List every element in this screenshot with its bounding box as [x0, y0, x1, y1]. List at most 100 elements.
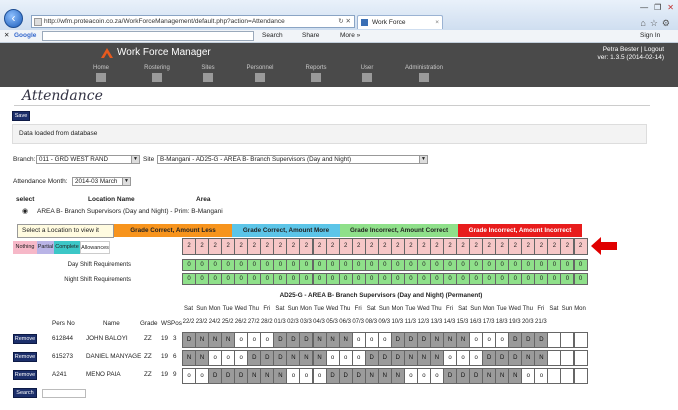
toolbar-close-icon[interactable]: ✕ — [4, 30, 9, 42]
allowance-cell[interactable]: 2 — [482, 238, 497, 255]
allowance-cell[interactable]: 2 — [495, 238, 510, 255]
shift-cell[interactable]: N — [508, 368, 523, 384]
day-req-cell[interactable]: 0 — [260, 259, 275, 271]
night-req-cell[interactable]: 0 — [273, 273, 288, 285]
allowance-cell[interactable]: 2 — [208, 238, 223, 255]
shift-cell[interactable]: o — [534, 368, 549, 384]
tab-work-force-management[interactable]: Work Force Management × — [357, 15, 443, 39]
shift-cell[interactable]: N — [195, 350, 210, 366]
shift-cell[interactable]: o — [469, 332, 484, 348]
night-req-cell[interactable]: 0 — [286, 273, 301, 285]
remove-button[interactable]: Remove — [13, 352, 37, 362]
shift-cell[interactable]: o — [338, 350, 353, 366]
day-req-cell[interactable]: 0 — [429, 259, 444, 271]
allowance-cell[interactable]: 2 — [377, 238, 392, 255]
shift-cell[interactable]: N — [273, 368, 288, 384]
shift-cell[interactable]: o — [456, 350, 471, 366]
shift-cell[interactable]: o — [416, 368, 431, 384]
allowance-cell[interactable]: 2 — [273, 238, 288, 255]
night-req-cell[interactable]: 0 — [208, 273, 223, 285]
shift-cell[interactable]: o — [403, 368, 418, 384]
allowance-cell[interactable]: 2 — [234, 238, 249, 255]
allowance-cell[interactable]: 2 — [416, 238, 431, 255]
browser-tools-icons[interactable]: ⌂☆⚙ — [640, 18, 674, 29]
shift-cell[interactable]: o — [208, 350, 223, 366]
tab-close-icon[interactable]: × — [435, 16, 439, 29]
shift-cell[interactable]: N — [208, 332, 223, 348]
allowance-cell[interactable]: 2 — [469, 238, 484, 255]
shift-cell[interactable] — [547, 350, 562, 366]
shift-cell[interactable]: N — [312, 332, 327, 348]
shift-cell[interactable]: N — [443, 332, 458, 348]
shift-cell[interactable]: o — [195, 368, 210, 384]
day-req-cell[interactable]: 0 — [390, 259, 405, 271]
night-req-cell[interactable]: 0 — [312, 273, 327, 285]
shift-cell[interactable]: o — [299, 368, 314, 384]
day-req-cell[interactable]: 0 — [221, 259, 236, 271]
shift-cell[interactable]: N — [429, 332, 444, 348]
night-req-cell[interactable]: 0 — [482, 273, 497, 285]
search-input[interactable] — [42, 389, 86, 398]
allowance-cell[interactable]: 2 — [573, 238, 588, 255]
day-req-cell[interactable]: 0 — [286, 259, 301, 271]
day-req-cell[interactable]: 0 — [469, 259, 484, 271]
day-req-cell[interactable]: 0 — [377, 259, 392, 271]
remove-button[interactable]: Remove — [13, 334, 37, 344]
night-req-cell[interactable]: 0 — [547, 273, 562, 285]
night-req-cell[interactable]: 0 — [443, 273, 458, 285]
day-req-cell[interactable]: 0 — [508, 259, 523, 271]
allowance-cell[interactable]: 2 — [560, 238, 575, 255]
shift-cell[interactable]: N — [495, 368, 510, 384]
shift-cell[interactable]: D — [456, 368, 471, 384]
night-req-cell[interactable]: 0 — [351, 273, 366, 285]
shift-cell[interactable]: D — [364, 350, 379, 366]
allowance-cell[interactable]: 2 — [325, 238, 340, 255]
shift-cell[interactable]: D — [273, 332, 288, 348]
night-req-cell[interactable]: 0 — [534, 273, 549, 285]
location-radio[interactable]: ◉ — [22, 207, 28, 215]
shift-cell[interactable]: D — [416, 332, 431, 348]
shift-cell[interactable]: D — [234, 368, 249, 384]
toolbar-search-button[interactable]: Search — [262, 30, 283, 42]
shift-cell[interactable]: D — [182, 332, 197, 348]
shift-cell[interactable]: D — [534, 332, 549, 348]
close-window-button[interactable]: ✕ — [667, 3, 674, 13]
night-req-cell[interactable]: 0 — [325, 273, 340, 285]
shift-cell[interactable]: D — [338, 368, 353, 384]
shift-cell[interactable]: D — [390, 350, 405, 366]
save-button[interactable]: Save — [12, 111, 30, 121]
shift-cell[interactable]: o — [221, 350, 236, 366]
day-req-cell[interactable]: 0 — [534, 259, 549, 271]
shift-cell[interactable]: D — [247, 350, 262, 366]
shift-cell[interactable]: o — [325, 350, 340, 366]
nav-sites[interactable]: Sites — [178, 65, 238, 82]
remove-button[interactable]: Remove — [13, 370, 37, 380]
night-req-cell[interactable]: 0 — [560, 273, 575, 285]
night-req-cell[interactable]: 0 — [364, 273, 379, 285]
shift-cell[interactable]: N — [299, 350, 314, 366]
night-req-cell[interactable]: 0 — [469, 273, 484, 285]
shift-cell[interactable] — [547, 368, 562, 384]
night-req-cell[interactable]: 0 — [403, 273, 418, 285]
shift-cell[interactable]: N — [429, 350, 444, 366]
night-req-cell[interactable]: 0 — [260, 273, 275, 285]
shift-cell[interactable]: D — [443, 368, 458, 384]
day-req-cell[interactable]: 0 — [234, 259, 249, 271]
shift-cell[interactable]: N — [403, 350, 418, 366]
day-req-cell[interactable]: 0 — [547, 259, 562, 271]
shift-cell[interactable]: N — [260, 368, 275, 384]
allowance-cell[interactable]: 2 — [247, 238, 262, 255]
search-button[interactable]: Search — [13, 388, 37, 398]
allowance-cell[interactable]: 2 — [429, 238, 444, 255]
shift-cell[interactable]: D — [208, 368, 223, 384]
shift-cell[interactable]: N — [521, 350, 536, 366]
shift-cell[interactable]: D — [521, 332, 536, 348]
shift-cell[interactable]: D — [351, 368, 366, 384]
address-bar[interactable]: http://wfm.proteacoin.co.za/WorkForceMan… — [31, 15, 355, 28]
nav-personnel[interactable]: Personnel — [230, 65, 290, 82]
allowance-cell[interactable]: 2 — [182, 238, 197, 255]
shift-cell[interactable]: D — [390, 332, 405, 348]
allowance-cell[interactable]: 2 — [351, 238, 366, 255]
shift-cell[interactable] — [573, 332, 588, 348]
shift-cell[interactable]: D — [221, 368, 236, 384]
